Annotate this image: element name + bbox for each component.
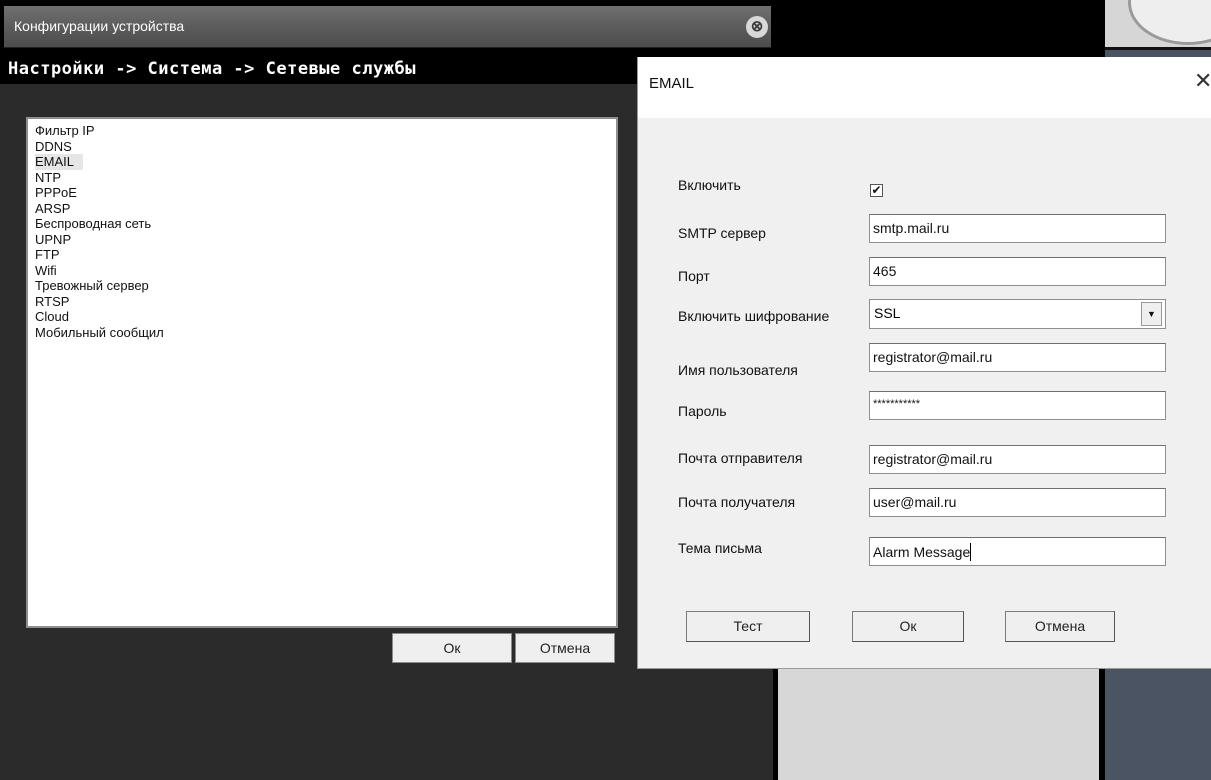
enable-checkbox[interactable]: ✔ — [870, 184, 883, 197]
email-dialog: EMAIL ✕ Включить ✔ SMTP сервер smtp.mail… — [637, 57, 1211, 669]
dialog-header: EMAIL ✕ — [638, 57, 1211, 118]
list-item[interactable]: Мобильный сообщил — [35, 325, 616, 341]
username-input[interactable]: registrator@mail.ru — [869, 343, 1166, 372]
password-input[interactable]: *********** — [869, 391, 1166, 420]
cancel-button[interactable]: Отмена — [1005, 611, 1115, 642]
subject-label: Тема письма — [678, 540, 762, 556]
test-button[interactable]: Тест — [686, 611, 810, 642]
list-item[interactable]: UPNP — [35, 232, 616, 248]
recipient-email-input[interactable]: user@mail.ru — [869, 488, 1166, 517]
list-item[interactable]: Cloud — [35, 309, 616, 325]
recipient-email-label: Почта получателя — [678, 494, 796, 510]
list-item-selected[interactable]: EMAIL — [35, 154, 83, 170]
smtp-server-label: SMTP сервер — [678, 225, 766, 241]
encryption-select[interactable]: SSL ▼ — [869, 299, 1166, 329]
checkmark-icon: ✔ — [871, 183, 882, 197]
list-item[interactable]: DDNS — [35, 139, 616, 155]
subject-text: Alarm Message — [873, 544, 971, 560]
chevron-down-icon[interactable]: ▼ — [1141, 302, 1162, 326]
encryption-value: SSL — [874, 305, 901, 321]
encryption-label: Включить шифрование — [678, 308, 830, 324]
window-titlebar[interactable]: Конфигурации устройства ⊗ — [4, 6, 771, 48]
sender-email-label: Почта отправителя — [678, 450, 803, 466]
subject-input[interactable]: Alarm Message — [869, 537, 1166, 566]
window-title: Конфигурации устройства — [14, 18, 185, 34]
port-input[interactable]: 465 — [869, 257, 1166, 286]
list-item[interactable]: RTSP — [35, 294, 616, 310]
list-item[interactable]: Фильтр IP — [35, 123, 616, 139]
list-item[interactable]: FTP — [35, 247, 616, 263]
password-label: Пароль — [678, 403, 727, 419]
list-item[interactable]: Беспроводная сеть — [35, 216, 616, 232]
ok-button[interactable]: Ок — [852, 611, 964, 642]
sender-email-input[interactable]: registrator@mail.ru — [869, 445, 1166, 474]
smtp-server-input[interactable]: smtp.mail.ru — [869, 214, 1166, 243]
dialog-title: EMAIL — [649, 75, 695, 92]
close-icon[interactable]: ✕ — [1194, 69, 1211, 94]
enable-label: Включить — [678, 177, 741, 193]
ok-button[interactable]: Ок — [392, 633, 512, 663]
list-item[interactable]: Тревожный сервер — [35, 278, 616, 294]
video-tile — [773, 660, 1105, 780]
close-icon[interactable]: ⊗ — [746, 16, 768, 38]
breadcrumb: Настройки -> Система -> Сетевые службы — [8, 59, 416, 79]
cancel-button[interactable]: Отмена — [515, 633, 615, 663]
list-item[interactable]: NTP — [35, 170, 616, 186]
text-caret — [970, 543, 972, 561]
list-item[interactable]: ARSP — [35, 201, 616, 217]
port-label: Порт — [678, 268, 710, 284]
list-item[interactable]: Wifi — [35, 263, 616, 279]
list-item[interactable]: PPPoE — [35, 185, 616, 201]
network-services-list[interactable]: Фильтр IP DDNS EMAIL NTP PPPoE ARSP Бесп… — [26, 117, 618, 628]
username-label: Имя пользователя — [678, 362, 798, 378]
